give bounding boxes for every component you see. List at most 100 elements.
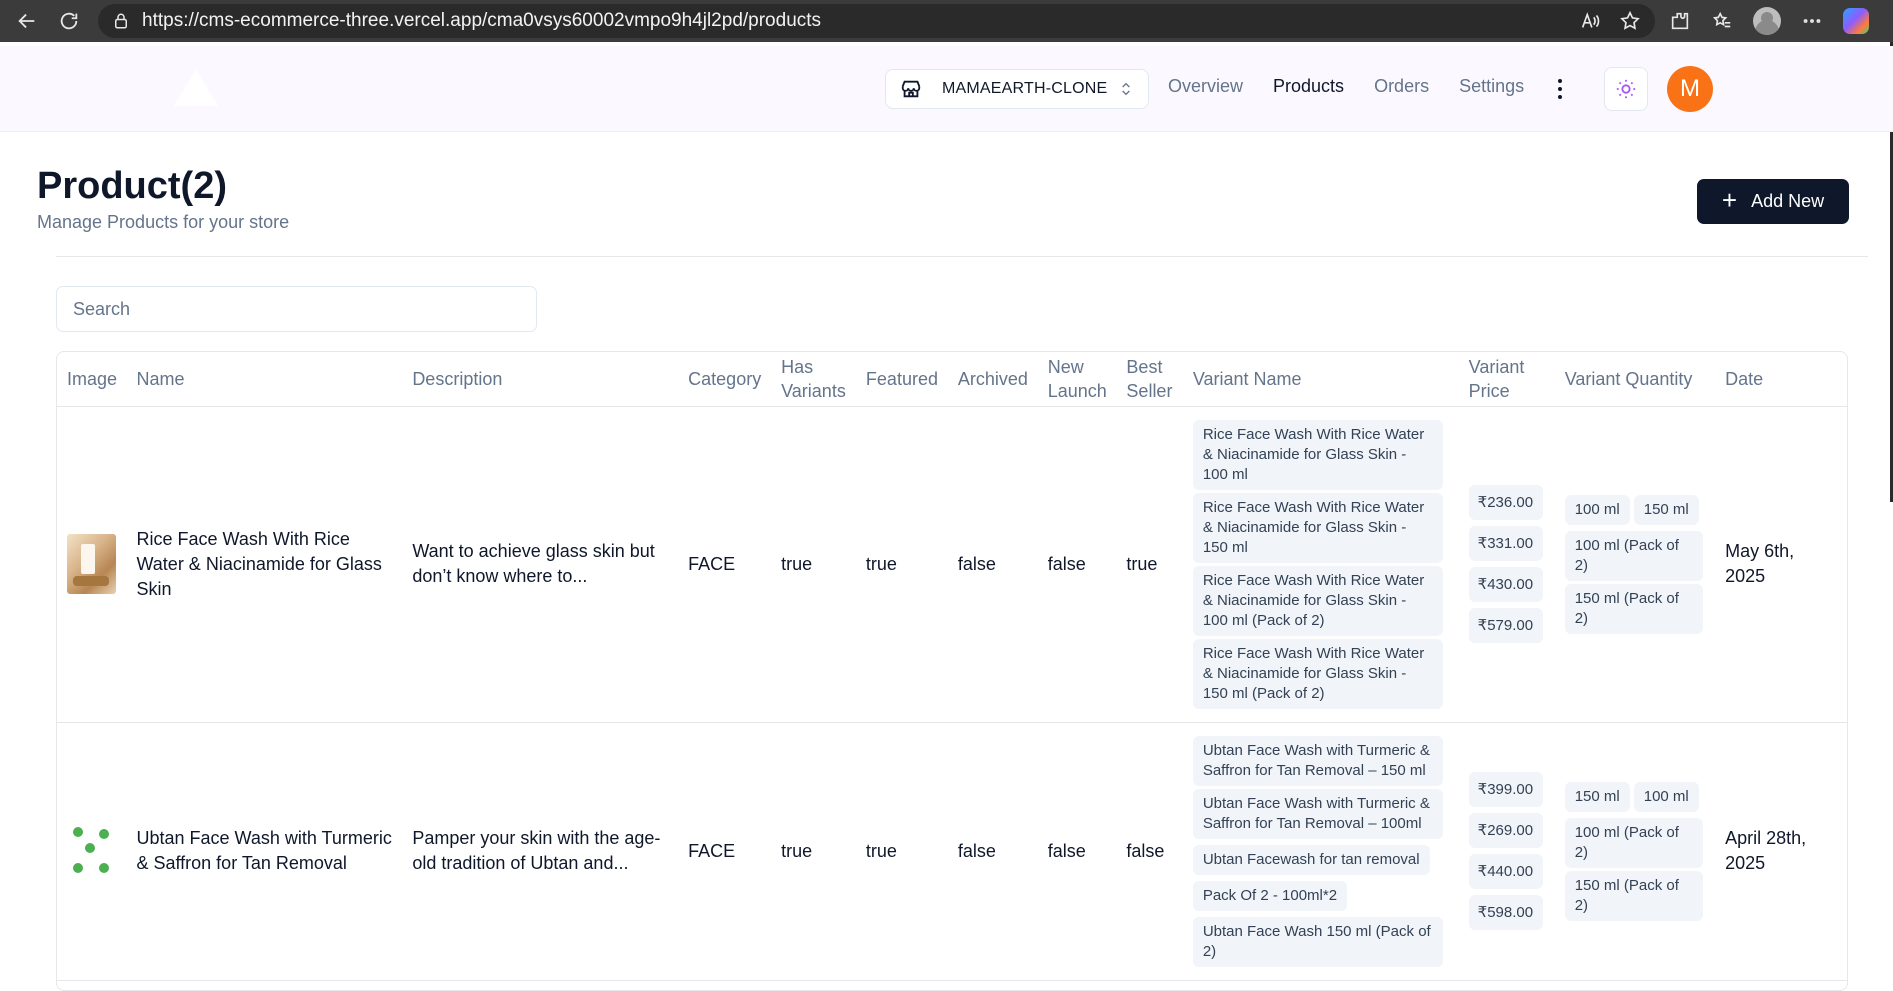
variant-quantity-pill: 100 ml [1633, 781, 1699, 812]
header-variant-price: Variant Price [1458, 352, 1555, 407]
back-button[interactable] [10, 4, 44, 38]
divider [56, 256, 1868, 257]
arrow-left-icon [18, 13, 35, 29]
product-date: April 28th, 2025 [1725, 828, 1807, 873]
variant-quantities-cell: 150 ml 100 ml 100 ml (Pack of 2) 150 ml (… [1555, 722, 1715, 980]
header-date: Date [1715, 352, 1847, 407]
store-icon [901, 80, 921, 98]
app-header: MAMAEARTH-CLONE Overview Products Orders… [0, 46, 1893, 132]
header-new-launch: New Launch [1037, 352, 1117, 407]
variant-name-pill: Ubtan Face Wash with Turmeric & Saffron … [1192, 735, 1443, 786]
variant-name-pill: Ubtan Face Wash 150 ml (Pack of 2) [1192, 916, 1443, 967]
product-image [67, 821, 116, 881]
variant-quantities-cell: 100 ml 150 ml 100 ml (Pack of 2) 150 ml (… [1555, 406, 1715, 722]
store-switcher[interactable]: MAMAEARTH-CLONE [885, 69, 1149, 109]
variant-name-pill: Ubtan Facewash for tan removal [1192, 844, 1430, 875]
lock-icon [115, 13, 127, 29]
variant-price-pill: ₹430.00 [1468, 567, 1543, 602]
variant-quantity-pill: 100 ml [1564, 494, 1630, 525]
variant-quantity-pill: 150 ml [1633, 494, 1699, 525]
copilot-icon[interactable] [1843, 8, 1869, 34]
product-date: May 6th, 2025 [1725, 541, 1795, 586]
variant-name-pill: Ubtan Face Wash with Turmeric & Saffron … [1192, 788, 1443, 839]
browser-toolbar: https://cms-ecommerce-three.vercel.app/c… [0, 0, 1893, 42]
more-icon[interactable] [1801, 10, 1823, 32]
product-image [67, 534, 116, 594]
product-name: Rice Face Wash With Rice Water & Niacina… [136, 528, 382, 599]
nav-products[interactable]: Products [1273, 76, 1344, 97]
product-new-launch: false [1047, 840, 1086, 861]
reload-icon [60, 12, 78, 30]
table-row[interactable]: Rice Face Wash With Rice Water & Niacina… [57, 406, 1847, 722]
variant-quantity-pill: 150 ml [1564, 781, 1630, 812]
product-featured: true [865, 840, 897, 861]
variant-quantity-pill: 150 ml (Pack of 2) [1564, 583, 1703, 634]
table-header-row: Image Name Description Category Has Vari… [57, 352, 1847, 407]
variant-name-pill: Rice Face Wash With Rice Water & Niacina… [1192, 638, 1443, 709]
variant-name-pill: Rice Face Wash With Rice Water & Niacina… [1192, 419, 1443, 490]
page-subtitle: Manage Products for your store [37, 212, 290, 232]
nav-overview[interactable]: Overview [1168, 76, 1243, 97]
more-vertical-icon[interactable] [1548, 75, 1572, 103]
product-has-variants: true [781, 840, 813, 861]
sun-icon [1616, 79, 1636, 99]
product-category: FACE [688, 553, 736, 574]
extensions-icon[interactable] [1669, 10, 1691, 32]
read-aloud-icon[interactable] [1579, 10, 1601, 32]
product-new-launch: false [1047, 553, 1086, 574]
store-name: MAMAEARTH-CLONE [942, 80, 1108, 97]
chevrons-up-down-icon [1122, 82, 1130, 96]
product-category: FACE [688, 840, 736, 861]
product-featured: true [865, 553, 897, 574]
table-row[interactable]: Ubtan Face Wash with Turmeric & Saffron … [57, 722, 1847, 980]
variant-price-pill: ₹331.00 [1468, 526, 1543, 561]
favorite-star-icon[interactable] [1619, 10, 1641, 32]
variant-price-pill: ₹399.00 [1468, 772, 1543, 807]
address-bar[interactable]: https://cms-ecommerce-three.vercel.app/c… [98, 4, 1655, 38]
page-title: Product(2) [37, 165, 227, 207]
header-variant-quantity: Variant Quantity [1554, 352, 1716, 407]
nav-orders[interactable]: Orders [1374, 76, 1429, 97]
header-has-variants: Has Variants [771, 352, 856, 407]
variant-quantity-pill: 100 ml (Pack of 2) [1564, 530, 1703, 581]
header-archived: Archived [947, 352, 1038, 407]
product-best-seller: true [1126, 553, 1158, 574]
variant-quantity-pill: 150 ml (Pack of 2) [1564, 870, 1703, 921]
variant-names-cell: Rice Face Wash With Rice Water & Niacina… [1183, 406, 1459, 722]
variant-names-cell: Ubtan Face Wash with Turmeric & Saffron … [1183, 722, 1459, 980]
variant-price-pill: ₹598.00 [1468, 895, 1543, 930]
product-archived: false [957, 553, 996, 574]
variant-prices-cell: ₹399.00 ₹269.00 ₹440.00 ₹598.00 [1459, 722, 1555, 980]
reload-button[interactable] [52, 4, 86, 38]
product-archived: false [957, 840, 996, 861]
nav-settings[interactable]: Settings [1459, 76, 1524, 97]
add-new-button[interactable]: + Add New [1697, 179, 1849, 224]
header-best-seller: Best Seller [1116, 352, 1183, 407]
variant-prices-cell: ₹236.00 ₹331.00 ₹430.00 ₹579.00 [1459, 406, 1555, 722]
favorites-icon[interactable] [1711, 10, 1733, 32]
header-image: Image [57, 352, 127, 407]
avatar[interactable]: M [1667, 66, 1713, 112]
add-new-label: Add New [1751, 191, 1825, 211]
variant-price-pill: ₹440.00 [1468, 854, 1543, 889]
variant-price-pill: ₹236.00 [1468, 485, 1543, 520]
header-description: Description [402, 352, 679, 407]
url-text: https://cms-ecommerce-three.vercel.app/c… [142, 10, 822, 31]
variant-quantity-pill: 100 ml (Pack of 2) [1564, 817, 1703, 868]
header-category: Category [678, 352, 772, 407]
product-description: Pamper your skin with the age-old tradit… [412, 828, 661, 873]
product-best-seller: false [1126, 840, 1165, 861]
product-description: Want to achieve glass skin but don’t kno… [412, 541, 655, 586]
plus-icon: + [1721, 185, 1738, 215]
variant-name-pill: Rice Face Wash With Rice Water & Niacina… [1192, 492, 1443, 563]
search-input[interactable] [56, 286, 537, 332]
products-table: Image Name Description Category Has Vari… [56, 351, 1848, 991]
variant-name-pill: Pack Of 2 - 100ml*2 [1192, 880, 1348, 911]
logo-icon [174, 70, 218, 106]
variant-price-pill: ₹579.00 [1468, 608, 1543, 643]
product-name: Ubtan Face Wash with Turmeric & Saffron … [136, 828, 392, 873]
header-variant-name: Variant Name [1182, 352, 1459, 407]
browser-profile-icon[interactable] [1753, 7, 1781, 35]
header-featured: Featured [855, 352, 948, 407]
theme-toggle-button[interactable] [1604, 67, 1648, 111]
